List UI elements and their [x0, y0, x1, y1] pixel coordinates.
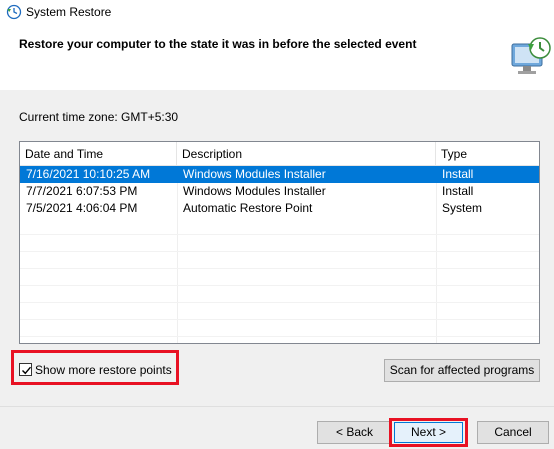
- cancel-button[interactable]: Cancel: [477, 421, 549, 444]
- restore-points-list[interactable]: Date and Time ⌄ Description Type 7/16/20…: [19, 141, 540, 344]
- list-header: Date and Time ⌄ Description Type: [20, 142, 539, 166]
- table-row[interactable]: 7/16/2021 10:10:25 AM Windows Modules In…: [20, 166, 539, 183]
- restore-computer-graphic: [511, 37, 551, 74]
- header-band: Restore your computer to the state it wa…: [0, 24, 554, 90]
- table-row[interactable]: 7/7/2021 6:07:53 PM Windows Modules Inst…: [20, 183, 539, 200]
- table-row[interactable]: 7/5/2021 4:06:04 PM Automatic Restore Po…: [20, 200, 539, 217]
- row-type: Install: [442, 184, 474, 198]
- row-divider: [20, 285, 539, 286]
- row-divider: [20, 268, 539, 269]
- row-divider: [20, 251, 539, 252]
- column-header-type-label: Type: [441, 147, 468, 161]
- row-type: Install: [442, 167, 474, 181]
- column-header-date-label: Date and Time: [25, 147, 104, 161]
- title-bar: System Restore: [0, 0, 554, 24]
- row-type: System: [442, 201, 483, 215]
- column-header-description[interactable]: Description: [177, 142, 436, 166]
- footer: [0, 407, 554, 449]
- scan-affected-programs-button[interactable]: Scan for affected programs: [384, 359, 540, 382]
- show-more-highlight: Show more restore points: [11, 350, 179, 385]
- row-description: Automatic Restore Point: [183, 201, 313, 215]
- show-more-label[interactable]: Show more restore points: [35, 363, 172, 377]
- column-header-description-label: Description: [182, 147, 243, 161]
- row-date: 7/7/2021 6:07:53 PM: [26, 184, 138, 198]
- row-divider: [20, 336, 539, 337]
- column-header-type[interactable]: Type: [436, 142, 539, 166]
- timezone-label: Current time zone: GMT+5:30: [19, 110, 179, 124]
- system-restore-icon: [6, 4, 22, 20]
- back-button[interactable]: < Back: [317, 421, 392, 444]
- row-divider: [20, 319, 539, 320]
- window-title: System Restore: [26, 5, 112, 19]
- show-more-checkbox[interactable]: [19, 363, 32, 376]
- column-header-date[interactable]: Date and Time ⌄: [20, 142, 177, 166]
- next-button[interactable]: Next >: [394, 422, 463, 443]
- row-date: 7/16/2021 10:10:25 AM: [26, 167, 151, 181]
- next-highlight: Next >: [389, 418, 468, 447]
- row-divider: [20, 234, 539, 235]
- row-description: Windows Modules Installer: [183, 184, 326, 198]
- sort-chevron-icon: ⌄: [94, 148, 101, 157]
- row-divider: [20, 302, 539, 303]
- row-description: Windows Modules Installer: [183, 167, 326, 181]
- page-heading: Restore your computer to the state it wa…: [19, 37, 417, 51]
- row-date: 7/5/2021 4:06:04 PM: [26, 201, 138, 215]
- checkmark-icon: [22, 366, 32, 375]
